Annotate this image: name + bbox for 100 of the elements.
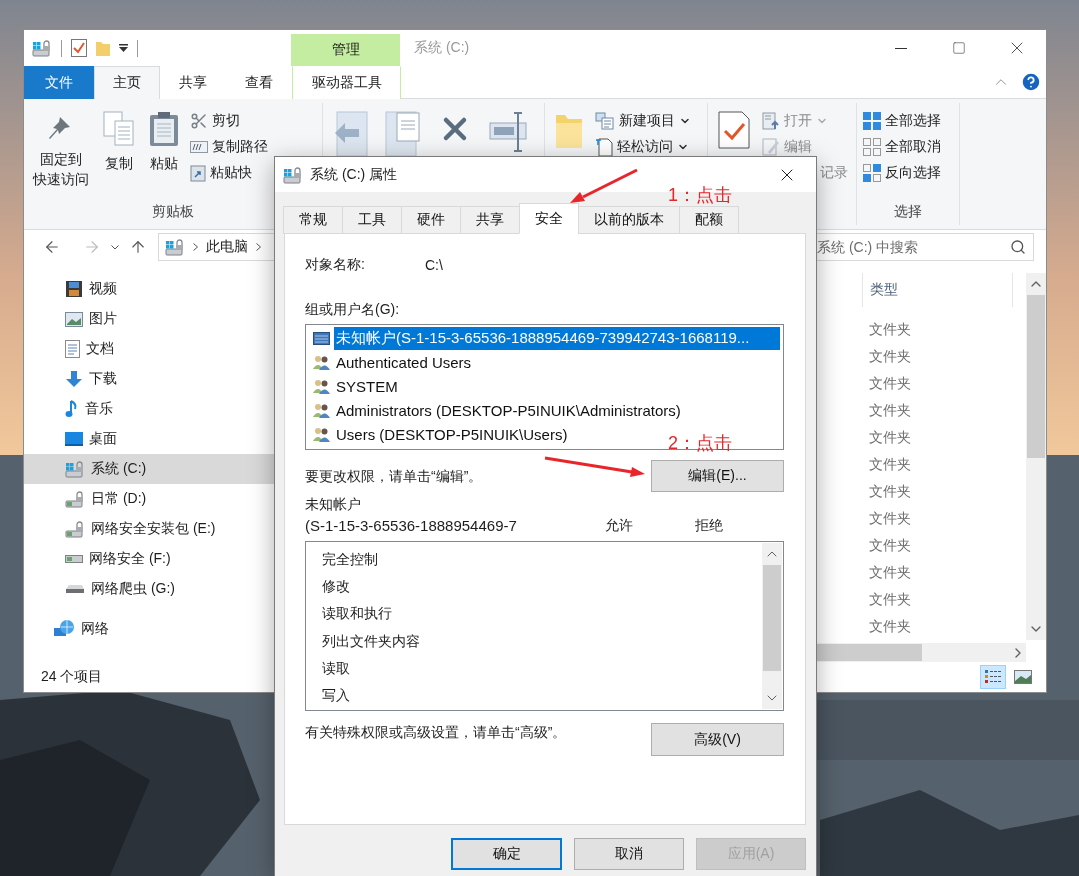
up-icon: [129, 238, 147, 256]
nav-item[interactable]: 网络安全 (F:): [24, 544, 274, 574]
details-view-button[interactable]: [980, 665, 1006, 689]
nav-label: 图片: [89, 310, 117, 328]
path-icon: [190, 141, 208, 153]
move-icon[interactable]: [333, 111, 369, 157]
scrollbar[interactable]: [1026, 273, 1046, 640]
ribbon-button[interactable]: 轻松访问: [593, 135, 693, 159]
column-header[interactable]: 类型: [862, 273, 1012, 307]
dialog-tab[interactable]: 配额: [679, 206, 739, 234]
ribbon-button[interactable]: 复制: [98, 105, 140, 173]
ribbon-tab[interactable]: 驱动器工具: [292, 66, 401, 99]
open-icon: [762, 112, 780, 130]
users-icon: [313, 378, 330, 394]
dialog-button[interactable]: 取消: [574, 838, 684, 870]
film-icon: [65, 280, 83, 298]
nav-item[interactable]: 图片: [24, 304, 274, 334]
chevron-icon: [256, 243, 261, 251]
breadcrumb[interactable]: 此电脑: [206, 238, 248, 256]
user-list-item[interactable]: 未知帐户(S-1-15-3-65536-1888954469-739942743-1668119...: [334, 326, 780, 350]
rename-icon[interactable]: [489, 111, 529, 155]
nav-item[interactable]: 网络安全安装包 (E:): [24, 514, 274, 544]
table-cell-text: 文件夹: [868, 374, 912, 393]
ribbon-button[interactable]: 新建项目: [593, 109, 693, 133]
advanced-button[interactable]: 高级(V): [651, 723, 784, 756]
nav-item[interactable]: 日常 (D:): [24, 484, 274, 514]
nav-item[interactable]: 文档: [24, 334, 274, 364]
minimize-icon: [895, 47, 907, 49]
ribbon-button[interactable]: 全部选择: [861, 109, 943, 133]
ribbon-button[interactable]: 固定到快速访问: [28, 105, 94, 189]
nav-item[interactable]: 视频: [24, 274, 274, 304]
dropdown-icon[interactable]: [119, 44, 128, 52]
clipboard-icon: [149, 111, 179, 147]
checklist-icon[interactable]: [71, 39, 87, 57]
nav-item[interactable]: 桌面: [24, 424, 274, 454]
user-list-item[interactable]: Authenticated Users: [334, 351, 474, 373]
nav-label: 网络爬虫 (G:): [91, 580, 175, 598]
scissors-icon: [190, 112, 208, 130]
nav-label: 网络安全安装包 (E:): [91, 520, 216, 538]
drive-icon: [283, 165, 303, 184]
scrollbar[interactable]: [762, 543, 782, 709]
ribbon-button[interactable]: 反向选择: [861, 161, 943, 185]
nav-label: 网络: [81, 620, 109, 638]
context-tab-header: 管理: [291, 34, 400, 66]
nav-label: 日常 (D:): [91, 490, 147, 508]
ribbon-tab[interactable]: 文件: [24, 66, 94, 99]
dialog-title: 系统 (C:) 属性: [310, 165, 398, 184]
nav-item[interactable]: 系统 (C:): [24, 454, 274, 484]
table-cell-text: 文件夹: [868, 455, 912, 474]
desktop-icon: [65, 432, 83, 446]
ribbon-button[interactable]: 复制路径: [188, 135, 270, 159]
object-value: C:\: [425, 257, 443, 273]
dialog-button[interactable]: 确定: [451, 838, 562, 870]
users-icon: [313, 354, 330, 370]
ribbon-button[interactable]: 剪切: [188, 109, 270, 133]
table-cell-text: 文件夹: [868, 590, 912, 609]
tiles-view-icon: [1014, 670, 1032, 684]
grid-icon: [863, 112, 881, 130]
network-icon: [53, 619, 75, 639]
nav-item[interactable]: 网络爬虫 (G:): [24, 574, 274, 604]
drive-icon: [65, 520, 85, 538]
nav-label: 系统 (C:): [91, 460, 147, 478]
ribbon-button[interactable]: 全部取消: [861, 135, 943, 159]
group-label: 剪贴板: [152, 203, 194, 221]
dialog-tab[interactable]: 安全: [519, 203, 579, 234]
help-icon[interactable]: [1020, 71, 1042, 93]
ribbon-button[interactable]: 粘贴快: [188, 161, 270, 185]
drive-icon: [32, 39, 52, 57]
nav-item[interactable]: 网络: [24, 614, 274, 644]
drive-icon: [65, 555, 83, 563]
nav-item[interactable]: 下载: [24, 364, 274, 394]
documents-icon[interactable]: [385, 111, 421, 157]
search-icon: [1010, 239, 1026, 255]
user-list-item[interactable]: Administrators (DESKTOP-P5INUIK\Administrators): [334, 399, 683, 421]
ribbon-button[interactable]: 粘贴: [144, 105, 184, 173]
users-icon: [313, 402, 330, 418]
annotation-label: 2：点击: [668, 432, 732, 455]
grid-icon: [863, 138, 881, 156]
table-cell-text: 文件夹: [868, 428, 912, 447]
nav-label: 视频: [89, 280, 117, 298]
nav-item[interactable]: 音乐: [24, 394, 274, 424]
music-note-icon: [65, 400, 79, 418]
table-cell-text: 文件夹: [868, 536, 912, 555]
table-cell-text: 文件夹: [868, 563, 912, 582]
documents-icon: [103, 111, 135, 147]
edit-button[interactable]: 编辑(E)...: [651, 460, 784, 492]
drive-icon: [165, 238, 185, 256]
table-cell-text: 文件夹: [868, 347, 912, 366]
grid-icon: [863, 164, 881, 182]
column-header: 拒绝: [694, 516, 724, 535]
table-cell-text: 文件夹: [868, 617, 912, 636]
ribbon-tab[interactable]: 主页: [94, 66, 160, 99]
picture-icon: [65, 311, 83, 327]
user-list-item[interactable]: Users (DESKTOP-P5INUIK\Users): [334, 423, 570, 445]
shortcut-icon: [190, 164, 206, 182]
dialog-tab[interactable]: 以前的版本: [578, 206, 680, 234]
dialog-tab[interactable]: 常规: [283, 206, 343, 234]
drive-icon: [65, 460, 85, 478]
properties-icon[interactable]: [718, 111, 750, 149]
user-list-item[interactable]: SYSTEM: [334, 375, 400, 397]
